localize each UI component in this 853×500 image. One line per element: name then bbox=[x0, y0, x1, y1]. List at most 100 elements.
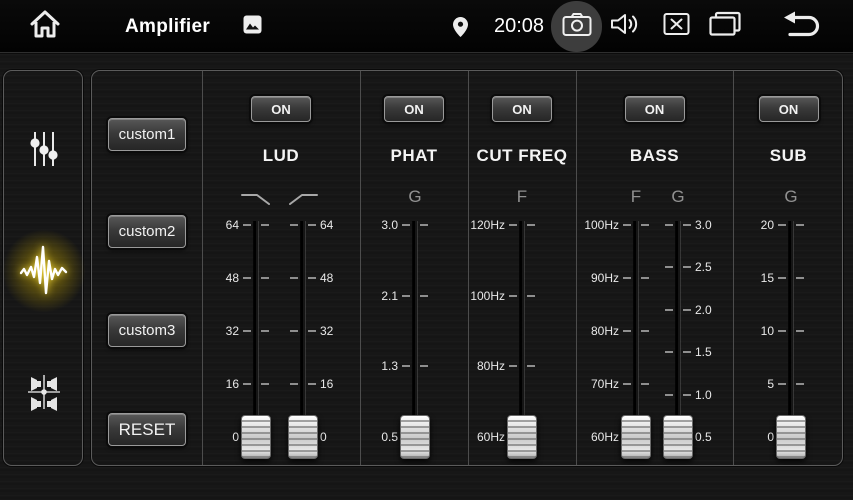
reset-button[interactable]: RESET bbox=[108, 413, 186, 446]
tick-dash bbox=[527, 295, 535, 297]
tick-label: 15 bbox=[761, 272, 774, 284]
tick-label: 20 bbox=[761, 219, 774, 231]
cutfreq-fader: 120Hz 100Hz 80Hz 60Hz bbox=[457, 219, 587, 459]
tick-dash bbox=[420, 224, 428, 226]
location-icon bbox=[453, 0, 468, 53]
tick-row: 5 bbox=[726, 378, 843, 390]
tick-label: 60Hz bbox=[477, 431, 505, 443]
column-title: LUD bbox=[202, 146, 360, 166]
tick-dash bbox=[308, 383, 316, 385]
preset-button-custom2[interactable]: custom2 bbox=[108, 215, 186, 248]
tick-label: 0.5 bbox=[695, 431, 712, 443]
camera-button[interactable] bbox=[551, 1, 602, 52]
tick-label: 64 bbox=[320, 219, 333, 231]
bass-on-button[interactable]: ON bbox=[625, 96, 685, 122]
gain-label: G bbox=[726, 187, 843, 207]
tick-dash bbox=[290, 224, 298, 226]
tick-label: 5 bbox=[767, 378, 774, 390]
tick-dash bbox=[402, 224, 410, 226]
slider-knob[interactable] bbox=[400, 415, 430, 459]
tick-dash bbox=[778, 277, 786, 279]
sound-waveform-icon bbox=[19, 241, 69, 302]
recent-apps-button[interactable] bbox=[708, 0, 742, 53]
fader-column-cutfreq: ON CUT FREQ F 120Hz100Hz80Hz60Hz bbox=[468, 71, 576, 465]
image-icon bbox=[243, 15, 262, 39]
column-title: BASS bbox=[576, 146, 733, 166]
phat-on-button[interactable]: ON bbox=[384, 96, 444, 122]
tick-dash bbox=[402, 365, 410, 367]
tick-dash bbox=[683, 224, 691, 226]
tick-label: 1.3 bbox=[381, 360, 398, 372]
fader-column-lud: ON LUD 644832160 644832160 bbox=[202, 71, 360, 465]
tick-dash bbox=[290, 277, 298, 279]
tick-label: 48 bbox=[226, 272, 239, 284]
sub-on-button[interactable]: ON bbox=[759, 96, 819, 122]
tick-label: 48 bbox=[320, 272, 333, 284]
tick-dash bbox=[683, 351, 691, 353]
tick-label: 0 bbox=[767, 431, 774, 443]
tick-dash bbox=[402, 295, 410, 297]
slider-knob[interactable] bbox=[507, 415, 537, 459]
lud-on-button[interactable]: ON bbox=[251, 96, 311, 122]
tick-dash bbox=[527, 365, 535, 367]
tick-dash bbox=[796, 383, 804, 385]
column-title: CUT FREQ bbox=[468, 146, 576, 166]
speaker-balance-icon bbox=[25, 371, 63, 418]
tick-label: 2.0 bbox=[695, 304, 712, 316]
tick-label: 32 bbox=[320, 325, 333, 337]
cutfreq-on-button[interactable]: ON bbox=[492, 96, 552, 122]
column-title: SUB bbox=[733, 146, 843, 166]
tick-label: 80Hz bbox=[477, 360, 505, 372]
tick-dash bbox=[290, 330, 298, 332]
column-title: PHAT bbox=[360, 146, 468, 166]
top-bar: Amplifier 20:08 bbox=[0, 0, 853, 53]
main-content: custom1 custom2 custom3 RESET ON LUD 64 4… bbox=[0, 54, 853, 500]
tick-label: 3.0 bbox=[381, 219, 398, 231]
tick-label: 1.0 bbox=[695, 389, 712, 401]
tick-label: 2.1 bbox=[381, 290, 398, 302]
tick-dash bbox=[509, 365, 517, 367]
sidebar-item-waveform-active[interactable] bbox=[4, 243, 84, 299]
sidebar-item-equalizer[interactable] bbox=[4, 129, 84, 173]
tick-label: 16 bbox=[226, 378, 239, 390]
tick-row: 20 bbox=[726, 219, 843, 231]
tick-dash bbox=[509, 295, 517, 297]
fader-column-phat: ON PHAT G 3.02.11.30.5 bbox=[360, 71, 468, 465]
tick-dash bbox=[796, 330, 804, 332]
home-button[interactable] bbox=[26, 0, 64, 53]
equalizer-sliders-icon bbox=[29, 130, 59, 173]
back-button[interactable] bbox=[782, 0, 822, 53]
preset-button-custom3[interactable]: custom3 bbox=[108, 314, 186, 347]
slider-knob[interactable] bbox=[776, 415, 806, 459]
tick-dash bbox=[665, 309, 673, 311]
tick-dash bbox=[509, 224, 517, 226]
slider-knob[interactable] bbox=[663, 415, 693, 459]
close-icon bbox=[663, 12, 690, 41]
nav-sidebar bbox=[3, 70, 83, 466]
tick-dash bbox=[290, 383, 298, 385]
tick-dash bbox=[308, 277, 316, 279]
bass-gain-fader: 3.02.52.01.51.00.5 bbox=[613, 219, 743, 459]
image-button[interactable] bbox=[243, 0, 262, 53]
tick-label: 120Hz bbox=[470, 219, 505, 231]
lowpass-curve-icon bbox=[239, 191, 273, 212]
tick-dash bbox=[665, 394, 673, 396]
lud-right-fader: 644832160 bbox=[238, 219, 368, 459]
slider-knob[interactable] bbox=[288, 415, 318, 459]
preset-button-custom1[interactable]: custom1 bbox=[108, 118, 186, 151]
tick-dash bbox=[665, 266, 673, 268]
sidebar-item-balance[interactable] bbox=[4, 372, 84, 416]
gain-label: G bbox=[613, 187, 743, 207]
tick-label: 100Hz bbox=[470, 290, 505, 302]
freq-label: F bbox=[457, 187, 587, 207]
close-button[interactable] bbox=[663, 0, 690, 53]
tick-dash bbox=[527, 224, 535, 226]
tick-dash bbox=[665, 351, 673, 353]
preset-column: custom1 custom2 custom3 RESET bbox=[92, 71, 202, 465]
home-icon bbox=[28, 8, 62, 45]
tick-dash bbox=[683, 394, 691, 396]
page-title: Amplifier bbox=[125, 0, 210, 53]
tick-dash bbox=[778, 330, 786, 332]
tick-dash bbox=[665, 224, 673, 226]
volume-button[interactable] bbox=[610, 0, 642, 53]
